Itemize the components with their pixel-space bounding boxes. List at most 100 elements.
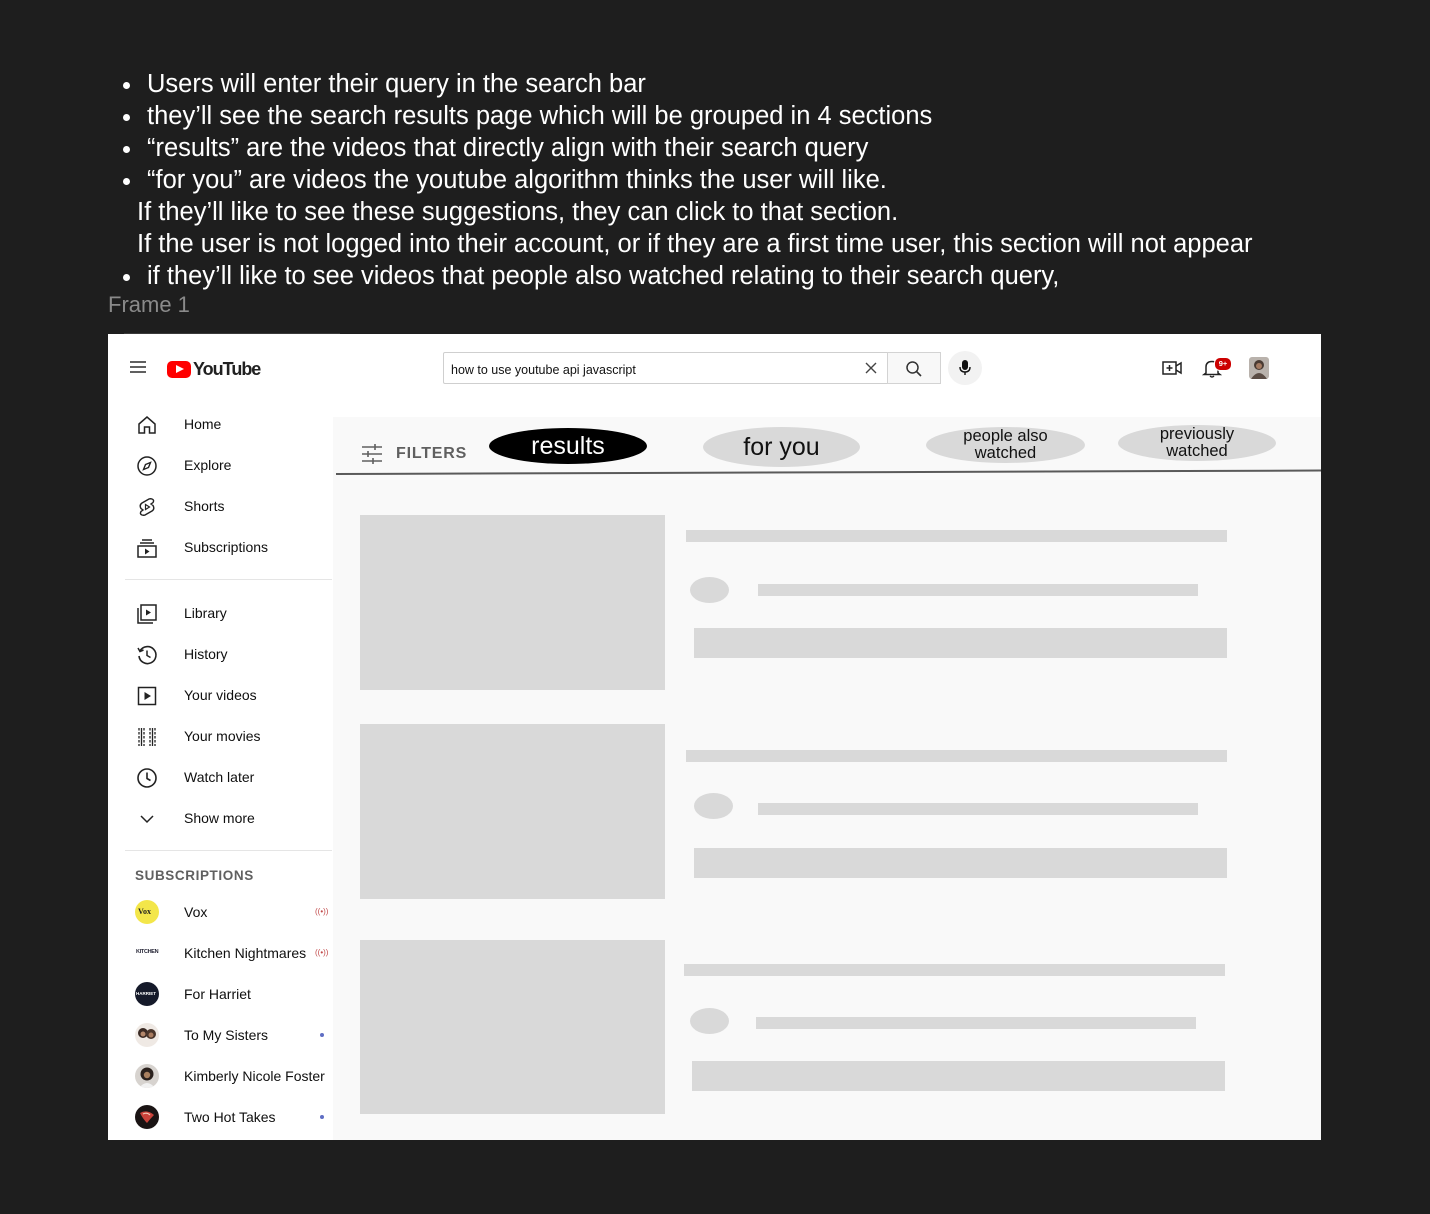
channel-avatar-placeholder [690,1008,729,1034]
subscriptions-icon [137,539,157,558]
sidebar: Home Explore Shorts Subscriptions Librar… [108,404,333,1140]
channel-name-placeholder [756,1017,1196,1029]
logo-text: YouTube [193,358,261,379]
top-bar: YouTube how to use youtube api javascrip… [108,334,1321,404]
channel-avatar: Vox [135,900,159,924]
channel-avatar: HARRIET [135,982,159,1006]
tab-previously-watched[interactable]: previously watched [1118,425,1276,461]
search-input[interactable] [449,359,853,380]
sidebar-item-home[interactable]: Home [108,404,333,444]
clear-icon[interactable] [863,360,879,376]
sidebar-item-label: Your movies [184,728,261,744]
channel-name-placeholder [758,584,1198,596]
tab-label: for you [743,432,820,461]
note-bullet: if they’ll like to see videos that peopl… [122,260,1412,292]
filters-label: FILTERS [396,445,468,462]
annotation-notes: Users will enter their query in the sear… [122,68,1412,292]
shorts-icon [139,498,155,516]
note-bullet: they’ll see the search results page whic… [122,100,1412,132]
subscription-name: To My Sisters [184,1027,269,1043]
notification-badge: 9+ [1214,357,1232,371]
thumbnail-placeholder [360,515,665,690]
live-icon: ((•)) [315,948,329,957]
subscription-item-kimberly-nicole-foster[interactable]: Kimberly Nicole Foster [108,1056,333,1096]
sidebar-item-label: Show more [184,810,255,826]
user-avatar[interactable] [1249,357,1269,379]
subscription-item-vox[interactable]: Vox Vox ((•)) [108,892,333,932]
channel-avatar-text: KITCHEN [136,949,159,955]
channel-avatar [135,1064,159,1088]
sidebar-item-library[interactable]: Library [108,593,333,633]
note-continuation: If they’ll like to see these suggestions… [137,198,899,226]
subscription-item-for-harriet[interactable]: HARRIET For Harriet [108,974,333,1014]
note-bullet: “for you” are videos the youtube algorit… [122,164,1412,196]
search-results-area: FILTERS results for you people also watc… [333,417,1321,1140]
title-placeholder [686,750,1227,762]
thumbnail-placeholder [360,724,665,899]
title-placeholder [684,964,1225,976]
subscriptions-heading: SUBSCRIPTIONS [135,868,254,883]
subscription-name: For Harriet [184,986,251,1002]
note-bullet: “results” are the videos that directly a… [122,132,1412,164]
sidebar-item-label: Home [184,416,222,432]
subscription-item-to-my-sisters[interactable]: To My Sisters [108,1015,333,1055]
sidebar-item-your-videos[interactable]: Your videos [108,675,333,715]
channel-avatar-text: Vox [138,907,152,916]
description-placeholder [694,848,1227,878]
channel-avatar-placeholder [690,577,729,603]
your-videos-icon [137,686,157,706]
note-bullet: Users will enter their query in the sear… [122,68,1412,100]
channel-avatar-placeholder [694,793,733,819]
live-icon: ((•)) [315,907,329,916]
create-video-icon[interactable] [1162,359,1182,377]
subscription-name: Kimberly Nicole Foster [184,1068,325,1084]
channel-avatar [135,1105,159,1129]
tab-people-also-watched[interactable]: people also watched [926,427,1085,463]
home-icon [138,416,156,434]
history-icon [137,645,157,665]
sidebar-item-your-movies[interactable]: Your movies [108,716,333,756]
description-placeholder [692,1061,1225,1091]
chevron-down-icon [140,815,154,824]
sidebar-item-label: Library [184,605,227,621]
note-continuation: If the user is not logged into their acc… [137,230,1253,258]
sidebar-item-explore[interactable]: Explore [108,445,333,485]
youtube-logo[interactable]: YouTube [167,358,261,380]
menu-icon[interactable] [130,361,146,373]
sidebar-item-history[interactable]: History [108,634,333,674]
channel-avatar: KITCHEN [135,941,159,965]
movies-icon [138,728,156,746]
new-content-dot [320,1115,324,1119]
sidebar-item-watch-later[interactable]: Watch later [108,757,333,797]
filter-sliders-icon [362,444,382,464]
subscription-name: Vox [184,904,208,920]
thumbnail-placeholder [360,940,665,1114]
sidebar-item-label: Your videos [184,687,257,703]
tab-results[interactable]: results [489,428,647,464]
tabs-underline [335,469,1321,475]
sidebar-item-subscriptions[interactable]: Subscriptions [108,527,333,567]
search-box [443,352,888,384]
sidebar-item-shorts[interactable]: Shorts [108,486,333,526]
subscription-item-two-hot-takes[interactable]: Two Hot Takes [108,1097,333,1137]
sidebar-divider [125,579,332,580]
tab-label: results [531,431,605,460]
youtube-frame: YouTube how to use youtube api javascrip… [108,334,1321,1140]
compass-icon [137,456,157,476]
subscription-item-kitchen-nightmares[interactable]: KITCHEN Kitchen Nightmares ((•)) [108,933,333,973]
mic-icon [959,360,971,375]
new-content-dot [320,1033,324,1037]
sidebar-divider [125,850,332,851]
tab-label: previously watched [1159,424,1235,460]
tab-label: people also watched [963,426,1048,462]
sidebar-item-show-more[interactable]: Show more [108,798,333,838]
clock-icon [137,768,157,788]
sidebar-item-label: History [184,646,228,662]
voice-search-button[interactable] [948,351,982,385]
subscription-name: Kitchen Nightmares [184,945,307,961]
tab-for-you[interactable]: for you [703,427,860,467]
filters-button[interactable]: FILTERS [360,442,467,466]
search-button[interactable] [887,352,941,384]
title-placeholder [686,530,1227,542]
sidebar-item-label: Explore [184,457,232,473]
